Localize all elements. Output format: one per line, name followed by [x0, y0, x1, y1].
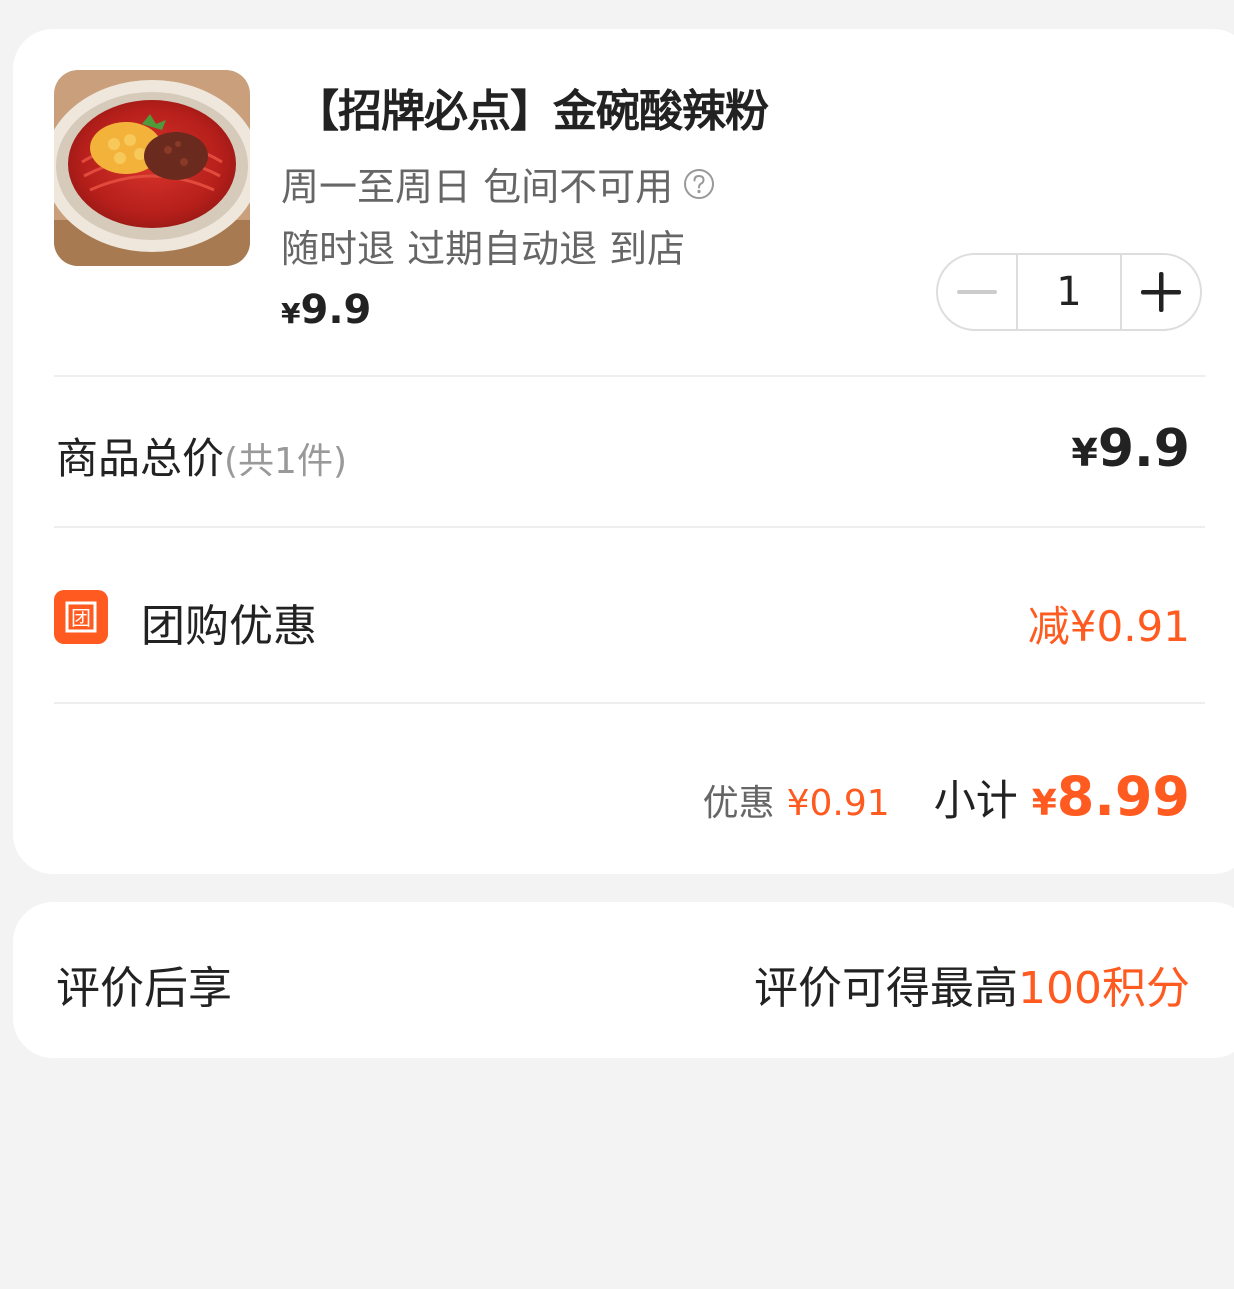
increment-button[interactable] — [1122, 255, 1200, 329]
review-label: 评价后享 — [56, 963, 232, 1014]
decrement-button[interactable] — [938, 255, 1016, 329]
review-reward-card[interactable]: 评价后享 评价可得最高100积分 — [13, 902, 1234, 1058]
total-price-currency: ¥ — [1071, 431, 1098, 475]
quantity-stepper: 1 — [936, 253, 1202, 331]
group-buy-badge-icon: 团 — [54, 590, 108, 644]
minus-icon — [957, 290, 997, 294]
savings-label: 优惠 — [702, 783, 775, 824]
subtotal-currency: ¥ — [1031, 783, 1057, 824]
quantity-value[interactable]: 1 — [1016, 255, 1122, 329]
food-image-icon — [54, 70, 250, 266]
total-price-value: 9.9 — [1097, 419, 1190, 479]
badge-text: 团 — [71, 606, 91, 630]
divider — [54, 702, 1205, 704]
refund-policy-text: 随时退 过期自动退 到店 — [281, 227, 686, 271]
divider — [54, 526, 1205, 528]
total-count: (共1件) — [224, 441, 348, 482]
review-reward-amount: 100积分 — [1018, 963, 1190, 1014]
divider — [54, 375, 1205, 377]
usage-text: 周一至周日 包间不可用 — [281, 165, 674, 209]
savings-value: ¥0.91 — [786, 783, 890, 824]
help-circle-icon[interactable] — [683, 168, 715, 200]
unit-price-value: 9.9 — [300, 287, 372, 333]
product-usage-line: 周一至周日 包间不可用 — [281, 156, 715, 211]
total-price: ¥9.9 — [1071, 419, 1190, 479]
product-title: 【招牌必点】金碗酸辣粉 — [295, 86, 769, 137]
total-label: 商品总价 — [56, 434, 225, 483]
order-card: 【招牌必点】金碗酸辣粉 周一至周日 包间不可用 随时退 过期自动退 到店 ¥9.… — [13, 29, 1234, 874]
plus-icon — [1141, 272, 1181, 312]
review-reward: 评价可得最高100积分 — [754, 952, 1190, 1016]
discount-value: 减¥0.91 — [1027, 602, 1190, 651]
review-reward-prefix: 评价可得最高 — [754, 963, 1019, 1014]
order-summary: 优惠 ¥0.91 小计 ¥8.99 — [703, 765, 1190, 828]
unit-price-currency: ¥ — [281, 297, 301, 330]
subtotal-value: 8.99 — [1056, 765, 1190, 828]
subtotal-label: 小计 — [933, 776, 1018, 825]
discount-label: 团购优惠 — [141, 601, 317, 652]
total-row-label: 商品总价(共1件) — [56, 425, 347, 486]
unit-price: ¥9.9 — [281, 287, 371, 333]
product-image[interactable] — [54, 70, 250, 266]
